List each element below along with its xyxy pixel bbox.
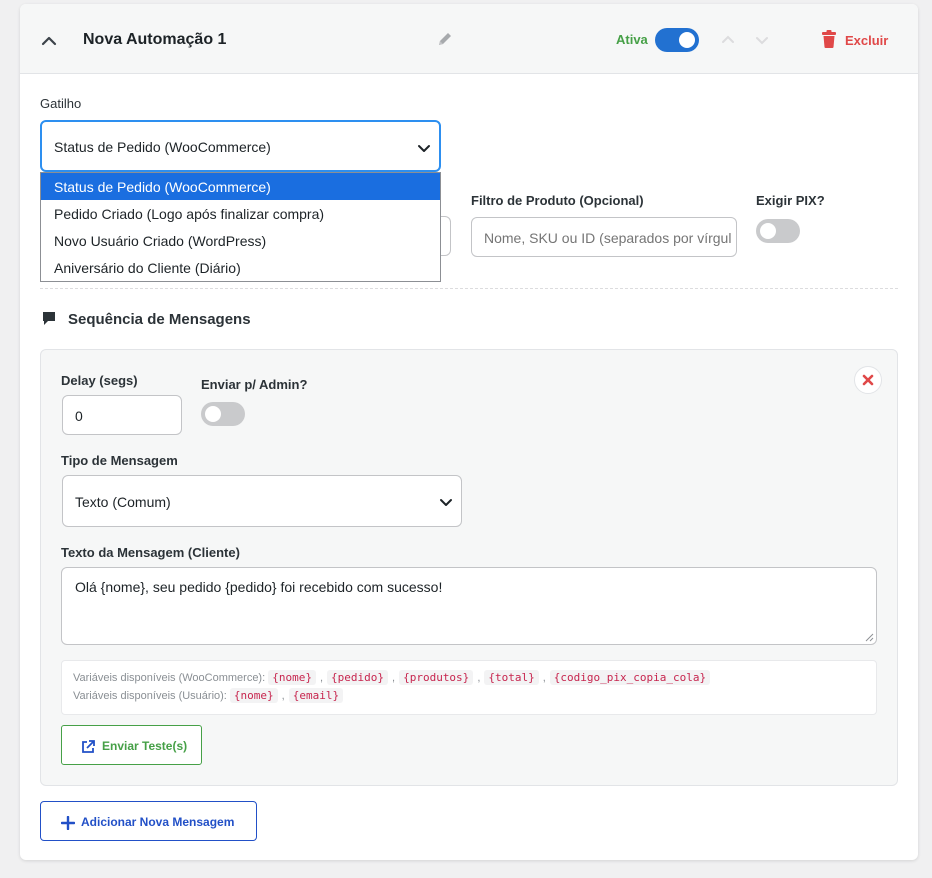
- status-label: Ativa: [616, 32, 648, 47]
- external-link-icon: [82, 740, 95, 753]
- variable-separator: ,: [281, 690, 285, 702]
- delay-value: 0: [75, 408, 83, 424]
- variables-box: Variáveis disponíveis (WooCommerce): {no…: [61, 660, 877, 715]
- send-admin-label: Enviar p/ Admin?: [201, 377, 308, 392]
- send-test-button[interactable]: Enviar Teste(s): [61, 725, 202, 765]
- trigger-selected-value: Status de Pedido (WooCommerce): [54, 139, 271, 155]
- sequence-title: Sequência de Mensagens: [68, 311, 251, 328]
- product-filter-placeholder: Nome, SKU ou ID (separados por vírgula): [484, 230, 732, 246]
- woo-variables-line: Variáveis disponíveis (WooCommerce): {no…: [73, 670, 711, 685]
- variable-separator: ,: [319, 672, 324, 684]
- woo-variables-label: Variáveis disponíveis (WooCommerce):: [73, 672, 266, 684]
- add-message-button[interactable]: Adicionar Nova Mensagem: [40, 801, 257, 841]
- automation-card: Nova Automação 1 Ativa Excluir Gatilho S…: [20, 4, 918, 860]
- trigger-label: Gatilho: [40, 96, 82, 111]
- remove-message-button[interactable]: [854, 366, 882, 394]
- dropdown-option[interactable]: Status de Pedido (WooCommerce): [41, 173, 440, 200]
- toggle-knob: [205, 406, 221, 422]
- trash-icon[interactable]: [821, 30, 837, 48]
- variable-tag: {nome}: [268, 670, 316, 685]
- message-panel: Delay (segs) 0 Enviar p/ Admin? Tipo de …: [40, 349, 898, 786]
- delay-label: Delay (segs): [61, 373, 138, 388]
- active-toggle[interactable]: [655, 28, 699, 52]
- move-down-icon[interactable]: [754, 32, 770, 48]
- automation-header: Nova Automação 1 Ativa Excluir: [20, 4, 918, 74]
- dropdown-option[interactable]: Pedido Criado (Logo após finalizar compr…: [41, 200, 440, 227]
- message-textarea[interactable]: Olá {nome}, seu pedido {pedido} foi rece…: [61, 567, 877, 645]
- user-variables-line: Variáveis disponíveis (Usuário): {nome},…: [73, 688, 344, 703]
- variable-separator: ,: [477, 672, 481, 684]
- variable-tag: {produtos}: [399, 670, 474, 685]
- variable-tag: {codigo_pix_copia_cola}: [549, 670, 711, 685]
- message-text-label: Texto da Mensagem (Cliente): [61, 545, 240, 560]
- message-type-label: Tipo de Mensagem: [61, 453, 178, 468]
- close-x-icon: [862, 374, 874, 386]
- section-divider: [40, 288, 898, 289]
- variable-tag: {email}: [288, 688, 344, 703]
- trigger-dropdown-list: Status de Pedido (WooCommerce) Pedido Cr…: [40, 172, 441, 282]
- variable-tag: {total}: [484, 670, 539, 685]
- plus-icon: [61, 816, 75, 830]
- variable-tag: {pedido}: [327, 670, 389, 685]
- delay-input[interactable]: 0: [62, 395, 182, 435]
- dropdown-option[interactable]: Aniversário do Cliente (Diário): [41, 254, 440, 281]
- move-up-icon[interactable]: [720, 32, 736, 48]
- trigger-select[interactable]: Status de Pedido (WooCommerce): [40, 120, 441, 172]
- message-type-select[interactable]: Texto (Comum): [62, 475, 462, 527]
- product-filter-label: Filtro de Produto (Opcional): [471, 193, 644, 208]
- variable-separator: ,: [542, 672, 546, 684]
- resize-handle-icon[interactable]: [865, 633, 874, 642]
- require-pix-label: Exigir PIX?: [756, 193, 825, 208]
- add-message-label: Adicionar Nova Mensagem: [81, 815, 235, 829]
- toggle-knob: [679, 32, 695, 48]
- collapse-chevron-up-icon[interactable]: [38, 30, 60, 52]
- automation-title: Nova Automação 1: [83, 31, 227, 48]
- require-pix-toggle[interactable]: [756, 219, 800, 243]
- toggle-knob: [760, 223, 776, 239]
- send-test-label: Enviar Teste(s): [102, 739, 188, 753]
- delete-button[interactable]: Excluir: [845, 33, 888, 48]
- variable-separator: ,: [392, 672, 396, 684]
- message-type-value: Texto (Comum): [75, 494, 171, 510]
- dropdown-option[interactable]: Novo Usuário Criado (WordPress): [41, 227, 440, 254]
- chevron-down-icon: [418, 145, 430, 152]
- hidden-field-edge: [441, 216, 451, 256]
- product-filter-input[interactable]: Nome, SKU ou ID (separados por vírgula): [471, 217, 737, 257]
- chat-bubble-icon: [43, 312, 55, 325]
- user-variables-label: Variáveis disponíveis (Usuário):: [73, 690, 227, 702]
- edit-pencil-icon[interactable]: [436, 30, 454, 48]
- send-admin-toggle[interactable]: [201, 402, 245, 426]
- variable-tag: {nome}: [229, 688, 278, 703]
- message-text-value: Olá {nome}, seu pedido {pedido} foi rece…: [75, 579, 443, 595]
- chevron-down-icon: [440, 499, 452, 506]
